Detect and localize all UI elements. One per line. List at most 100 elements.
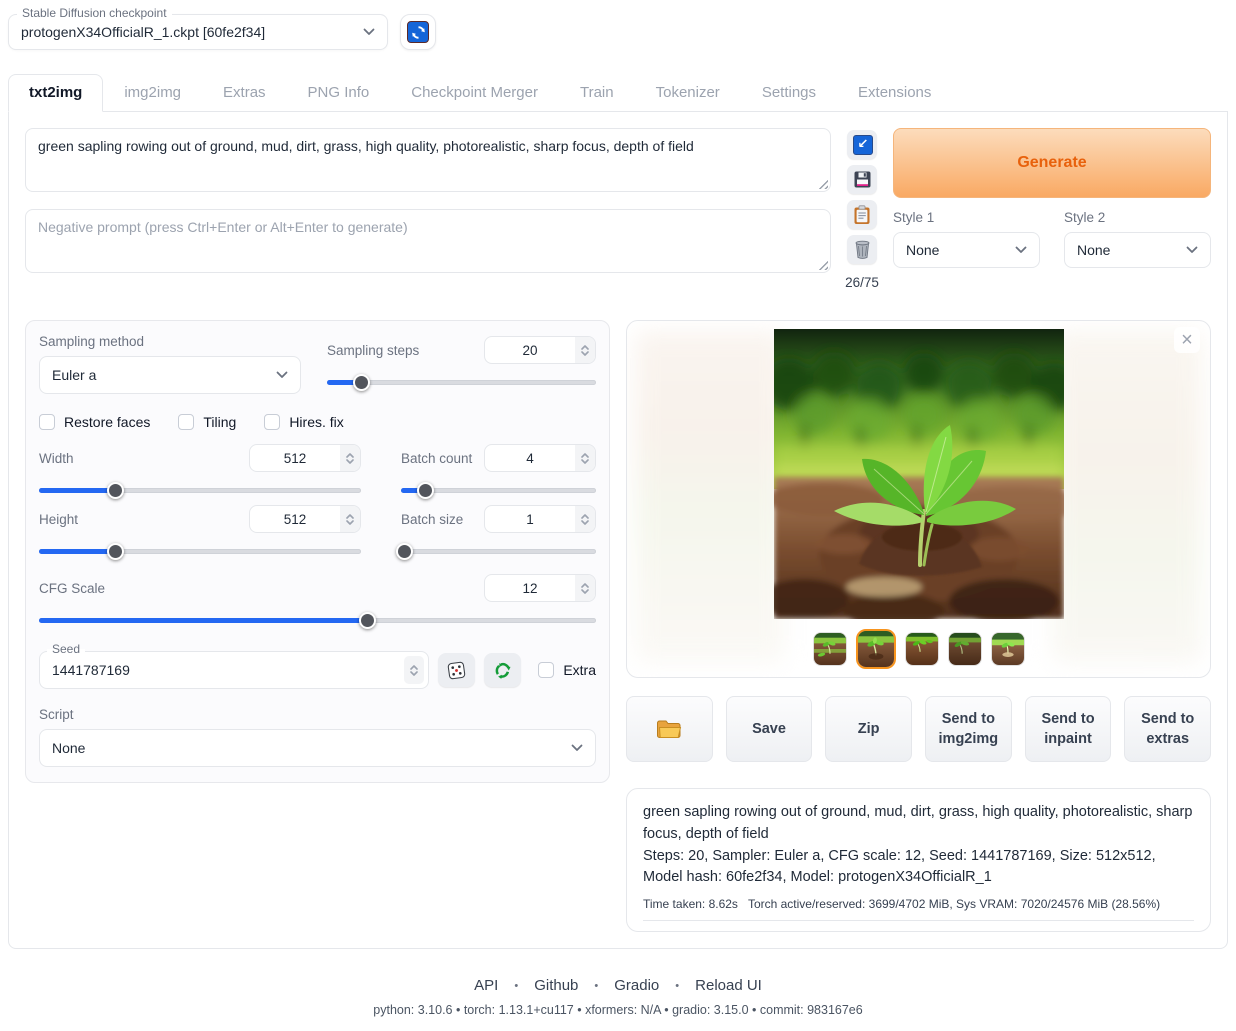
footer-link-reload-ui[interactable]: Reload UI bbox=[695, 977, 762, 994]
restore-faces-checkbox[interactable]: Restore faces bbox=[39, 414, 150, 430]
slider-thumb[interactable] bbox=[353, 374, 370, 391]
spinner-down-icon bbox=[581, 459, 589, 464]
chevron-down-icon bbox=[571, 744, 583, 752]
save-style-button[interactable] bbox=[847, 165, 877, 194]
tab-checkpoint-merger[interactable]: Checkpoint Merger bbox=[390, 74, 559, 112]
close-icon[interactable]: × bbox=[1174, 327, 1200, 353]
spinner-arrows[interactable] bbox=[575, 445, 595, 471]
zip-button[interactable]: Zip bbox=[825, 696, 912, 762]
spinner-arrows[interactable] bbox=[340, 506, 360, 532]
footer: API • Github • Gradio • Reload UI python… bbox=[0, 977, 1236, 1017]
open-folder-button[interactable] bbox=[626, 696, 713, 762]
tab-train[interactable]: Train bbox=[559, 74, 635, 112]
style1-value: None bbox=[906, 242, 1007, 258]
paste-params-button[interactable]: ↙ bbox=[847, 130, 877, 159]
generate-button[interactable]: Generate bbox=[893, 128, 1211, 198]
arrow-down-left-icon: ↙ bbox=[853, 135, 873, 155]
batch-size-slider[interactable] bbox=[401, 542, 596, 560]
clear-prompt-button[interactable] bbox=[847, 235, 877, 264]
spinner-arrows[interactable] bbox=[575, 506, 595, 532]
cfg-scale-slider[interactable] bbox=[39, 611, 596, 629]
chevron-down-icon bbox=[1015, 246, 1027, 254]
tab-txt2img[interactable]: txt2img bbox=[8, 74, 103, 112]
style2-value: None bbox=[1077, 242, 1178, 258]
spinner-up-icon bbox=[346, 453, 354, 458]
batch-count-input[interactable]: 4 bbox=[484, 444, 596, 472]
main-tabbar: txt2img img2img Extras PNG Info Checkpoi… bbox=[8, 74, 1228, 111]
sampling-steps-slider[interactable] bbox=[327, 373, 596, 391]
blurred-preview-right bbox=[1052, 331, 1202, 663]
width-label: Width bbox=[39, 451, 74, 466]
spinner-down-icon bbox=[581, 351, 589, 356]
thumbnail-3[interactable] bbox=[905, 632, 939, 666]
seed-input[interactable]: 1441787169 bbox=[39, 651, 429, 689]
chevron-down-icon bbox=[276, 371, 288, 379]
spinner-arrows[interactable] bbox=[575, 575, 595, 601]
output-column: × bbox=[626, 320, 1211, 932]
reuse-seed-button[interactable] bbox=[484, 653, 521, 687]
thumbnail-4[interactable] bbox=[948, 632, 982, 666]
sampling-method-value: Euler a bbox=[52, 367, 268, 383]
spinner-arrows[interactable] bbox=[340, 445, 360, 471]
folder-icon bbox=[656, 719, 682, 740]
tab-extras[interactable]: Extras bbox=[202, 74, 287, 112]
refresh-checkpoint-button[interactable] bbox=[400, 14, 436, 50]
footer-link-api[interactable]: API bbox=[474, 977, 498, 994]
style1-dropdown[interactable]: None bbox=[893, 232, 1040, 268]
tab-extensions[interactable]: Extensions bbox=[837, 74, 952, 112]
sampling-method-dropdown[interactable]: Euler a bbox=[39, 356, 301, 394]
slider-thumb[interactable] bbox=[107, 482, 124, 499]
tab-img2img[interactable]: img2img bbox=[103, 74, 202, 112]
thumbnail-strip bbox=[813, 629, 1025, 669]
prompt-input[interactable]: green sapling rowing out of ground, mud,… bbox=[25, 128, 831, 192]
style2-dropdown[interactable]: None bbox=[1064, 232, 1211, 268]
send-to-extras-button[interactable]: Send to extras bbox=[1124, 696, 1211, 762]
slider-thumb[interactable] bbox=[359, 612, 376, 629]
width-slider[interactable] bbox=[39, 481, 361, 499]
send-to-inpaint-button[interactable]: Send to inpaint bbox=[1025, 696, 1112, 762]
thumbnail-2-selected[interactable] bbox=[856, 629, 896, 669]
sampling-steps-input[interactable]: 20 bbox=[484, 336, 596, 364]
negative-prompt-input[interactable] bbox=[25, 209, 831, 273]
slider-thumb[interactable] bbox=[417, 482, 434, 499]
spinner-arrows[interactable] bbox=[575, 337, 595, 363]
spinner-up-icon bbox=[410, 665, 418, 670]
extra-seed-checkbox[interactable]: Extra bbox=[538, 662, 596, 678]
checkpoint-dropdown[interactable]: Stable Diffusion checkpoint protogenX34O… bbox=[8, 14, 388, 50]
height-input[interactable]: 512 bbox=[249, 505, 361, 533]
tab-png-info[interactable]: PNG Info bbox=[287, 74, 391, 112]
thumbnail-1[interactable] bbox=[813, 632, 847, 666]
info-performance-text: Time taken: 8.62sTorch active/reserved: … bbox=[643, 897, 1194, 921]
batch-count-slider[interactable] bbox=[401, 481, 596, 499]
tab-tokenizer[interactable]: Tokenizer bbox=[635, 74, 741, 112]
slider-thumb[interactable] bbox=[396, 543, 413, 560]
height-slider[interactable] bbox=[39, 542, 361, 560]
apply-style-button[interactable] bbox=[847, 200, 877, 229]
prompt-column: green sapling rowing out of ground, mud,… bbox=[25, 128, 831, 290]
spinner-down-icon bbox=[581, 520, 589, 525]
batch-size-input[interactable]: 1 bbox=[484, 505, 596, 533]
style1-label: Style 1 bbox=[893, 210, 1040, 225]
save-button[interactable]: Save bbox=[726, 696, 813, 762]
width-input[interactable]: 512 bbox=[249, 444, 361, 472]
script-dropdown[interactable]: None bbox=[39, 729, 596, 767]
tab-settings[interactable]: Settings bbox=[741, 74, 837, 112]
spinner-down-icon bbox=[346, 520, 354, 525]
generated-image[interactable] bbox=[774, 329, 1064, 619]
spinner-arrows[interactable] bbox=[404, 656, 424, 684]
tiling-checkbox[interactable]: Tiling bbox=[178, 414, 236, 430]
header: Stable Diffusion checkpoint protogenX34O… bbox=[0, 0, 1236, 50]
recycle-icon bbox=[492, 660, 513, 681]
cfg-scale-input[interactable]: 12 bbox=[484, 574, 596, 602]
footer-link-gradio[interactable]: Gradio bbox=[614, 977, 659, 994]
random-seed-button[interactable] bbox=[438, 653, 475, 687]
trash-icon bbox=[854, 240, 871, 259]
cfg-scale-label: CFG Scale bbox=[39, 581, 105, 596]
separator-dot: • bbox=[594, 980, 598, 992]
token-counter: 26/75 bbox=[845, 275, 879, 290]
thumbnail-5[interactable] bbox=[991, 632, 1025, 666]
hires-fix-checkbox[interactable]: Hires. fix bbox=[264, 414, 343, 430]
slider-thumb[interactable] bbox=[107, 543, 124, 560]
footer-link-github[interactable]: Github bbox=[534, 977, 578, 994]
send-to-img2img-button[interactable]: Send to img2img bbox=[925, 696, 1012, 762]
